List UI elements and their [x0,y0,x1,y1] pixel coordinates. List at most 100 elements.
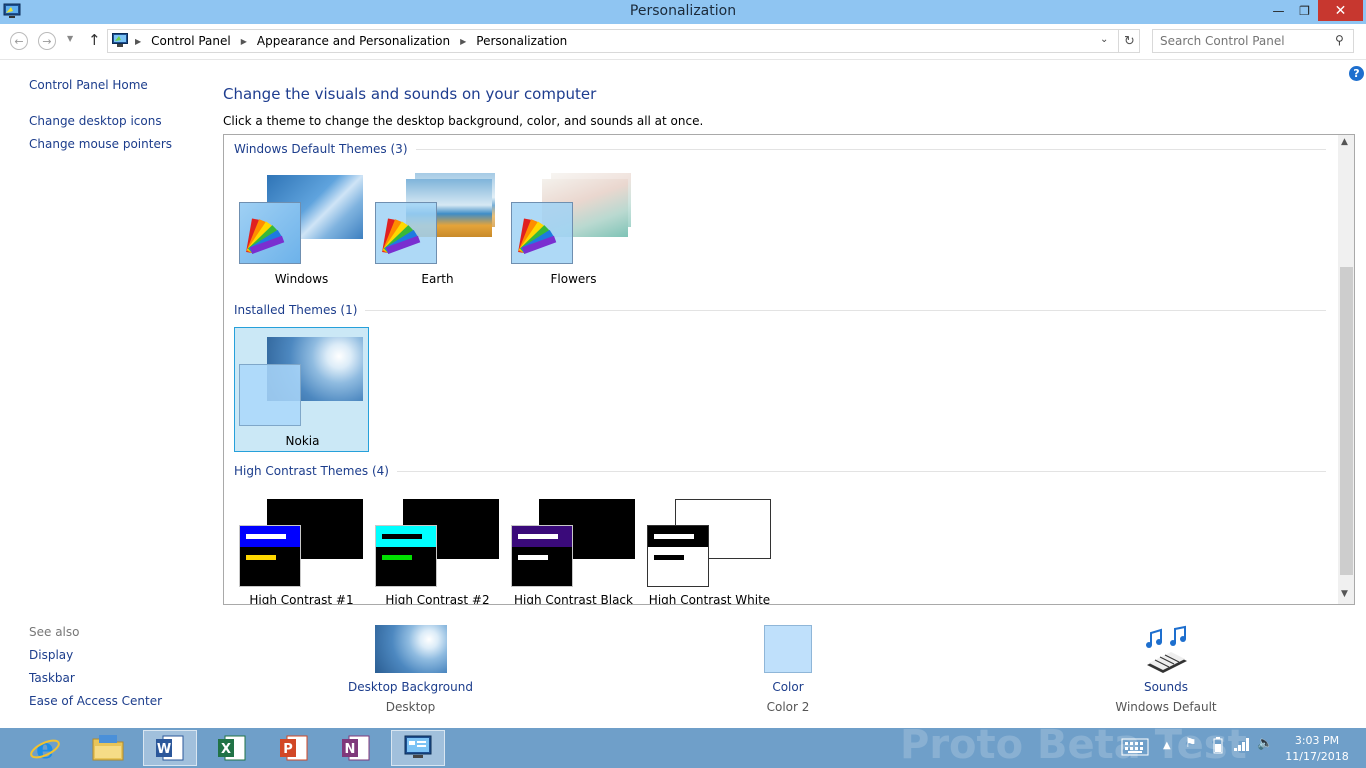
theme-flowers[interactable]: Flowers [506,165,641,290]
svg-text:W: W [157,742,171,757]
color-swatch [511,525,573,587]
see-also-heading: See also [29,625,80,639]
text-sample [382,555,412,560]
clock-time: 3:03 PM [1294,734,1340,747]
window-title: Personalization [629,3,737,19]
color-palette-icon [239,202,301,264]
breadcrumb-personalization[interactable]: Personalization [476,34,567,48]
recent-locations-dropdown[interactable]: ▼ [67,34,73,43]
chevron-right-icon[interactable]: ▶ [135,37,141,46]
color-palette-icon [375,202,437,264]
svg-text:P: P [283,742,293,757]
desktop-background-thumbnail[interactable] [374,625,447,673]
desktop-background-title[interactable]: Desktop Background [340,680,481,694]
text-sample [518,555,548,560]
system-clock[interactable]: 3:03 PM 11/17/2018 [1284,733,1350,765]
theme-earth[interactable]: Earth [370,165,505,290]
taskbar: Proto Beta Test e W X P N ▲ ⚑ 🔈 3:03 PM … [0,722,1366,768]
minimize-button[interactable]: — [1265,0,1292,21]
volume-icon[interactable]: 🔈 [1257,736,1273,751]
navigation-bar: ← → ▼ ↑ ▶ Control Panel ▶ Appearance and… [0,24,1366,60]
vertical-scrollbar[interactable]: ▲ ▼ [1338,135,1354,604]
refresh-icon: ↻ [1124,33,1135,49]
theme-label: Flowers [550,272,597,286]
theme-label: Nokia [285,434,320,448]
theme-label: High Contrast Black [514,593,633,605]
folder-icon [92,735,124,761]
address-bar[interactable]: ▶ Control Panel ▶ Appearance and Persona… [107,29,1140,53]
excel-icon: X [218,735,246,761]
text-sample [654,555,684,560]
text-sample [246,555,276,560]
scroll-up-icon[interactable]: ▲ [1341,137,1348,147]
breadcrumb-appearance[interactable]: Appearance and Personalization [257,34,450,48]
control-panel-home-link[interactable]: Control Panel Home [29,78,148,92]
color-swatch [375,525,437,587]
show-hidden-icons-icon[interactable]: ▲ [1163,740,1171,751]
battery-icon[interactable] [1213,736,1223,758]
up-button[interactable]: ↑ [88,31,101,49]
page-description: Click a theme to change the desktop back… [223,114,704,128]
chevron-right-icon[interactable]: ▶ [241,37,247,46]
change-mouse-pointers-link[interactable]: Change mouse pointers [29,137,172,151]
scroll-down-icon[interactable]: ▼ [1341,589,1348,599]
taskbar-link[interactable]: Taskbar [29,671,75,685]
help-icon[interactable]: ? [1349,66,1364,81]
taskbar-control-panel[interactable] [391,730,445,766]
color-link[interactable]: Color Color 2 [738,625,838,714]
address-dropdown-button[interactable]: ⌄ [1100,34,1108,45]
search-input[interactable] [1153,30,1331,52]
group-header-high-contrast[interactable]: High Contrast Themes (4) [234,464,397,478]
desktop-background-link[interactable]: Desktop Background Desktop [340,625,481,714]
refresh-button[interactable]: ↻ [1118,30,1140,52]
arrow-up-icon: ↑ [88,31,101,49]
maximize-button[interactable]: ❐ [1291,0,1318,21]
search-box[interactable]: ⚲ [1152,29,1354,53]
taskbar-file-explorer[interactable] [81,730,135,766]
color-swatch [647,525,709,587]
back-button[interactable]: ← [10,32,28,50]
close-button[interactable]: ✕ [1318,0,1363,21]
color-swatch-thumbnail[interactable] [764,625,812,673]
scrollbar-thumb[interactable] [1340,267,1353,575]
theme-high-contrast-2[interactable]: High Contrast #2 [370,493,505,604]
title-bar: Personalization — ❐ ✕ [0,0,1366,24]
theme-list[interactable]: Windows Default Themes (3) Windows Earth… [223,134,1355,605]
taskbar-powerpoint[interactable]: P [267,730,321,766]
ease-of-access-link[interactable]: Ease of Access Center [29,694,162,708]
sounds-link[interactable]: Sounds Windows Default [1106,625,1226,714]
control-panel-icon [112,33,128,47]
taskbar-onenote[interactable]: N [329,730,383,766]
sounds-icon[interactable] [1141,625,1191,673]
taskbar-internet-explorer[interactable]: e [18,730,72,766]
chevron-right-icon[interactable]: ▶ [460,37,466,46]
breadcrumb-control-panel[interactable]: Control Panel [151,34,231,48]
theme-high-contrast-black[interactable]: High Contrast Black [506,493,641,605]
color-title[interactable]: Color [738,680,838,694]
display-link[interactable]: Display [29,648,73,662]
group-header-default[interactable]: Windows Default Themes (3) [234,142,416,156]
group-header-installed[interactable]: Installed Themes (1) [234,303,366,317]
word-icon: W [156,735,184,761]
clock-date: 11/17/2018 [1285,750,1349,763]
forward-button[interactable]: → [38,32,56,50]
text-sample [654,534,694,539]
desktop-background-value: Desktop [385,700,436,714]
search-icon[interactable]: ⚲ [1335,33,1344,47]
change-desktop-icons-link[interactable]: Change desktop icons [29,114,162,128]
sounds-title[interactable]: Sounds [1106,680,1226,694]
touch-keyboard-icon[interactable] [1121,738,1149,760]
theme-windows[interactable]: Windows [234,165,369,290]
control-panel-icon [404,735,432,758]
network-signal-icon[interactable] [1233,736,1251,756]
text-sample [382,534,422,539]
theme-high-contrast-1[interactable]: High Contrast #1 [234,493,369,604]
taskbar-word[interactable]: W [143,730,197,766]
theme-high-contrast-white[interactable]: High Contrast White [642,493,777,604]
taskbar-excel[interactable]: X [205,730,259,766]
group-divider [234,310,1326,311]
sounds-value: Windows Default [1115,700,1217,714]
theme-nokia[interactable]: Nokia [234,327,369,452]
svg-text:e: e [36,732,54,764]
action-center-flag-icon[interactable]: ⚑ [1185,736,1197,751]
